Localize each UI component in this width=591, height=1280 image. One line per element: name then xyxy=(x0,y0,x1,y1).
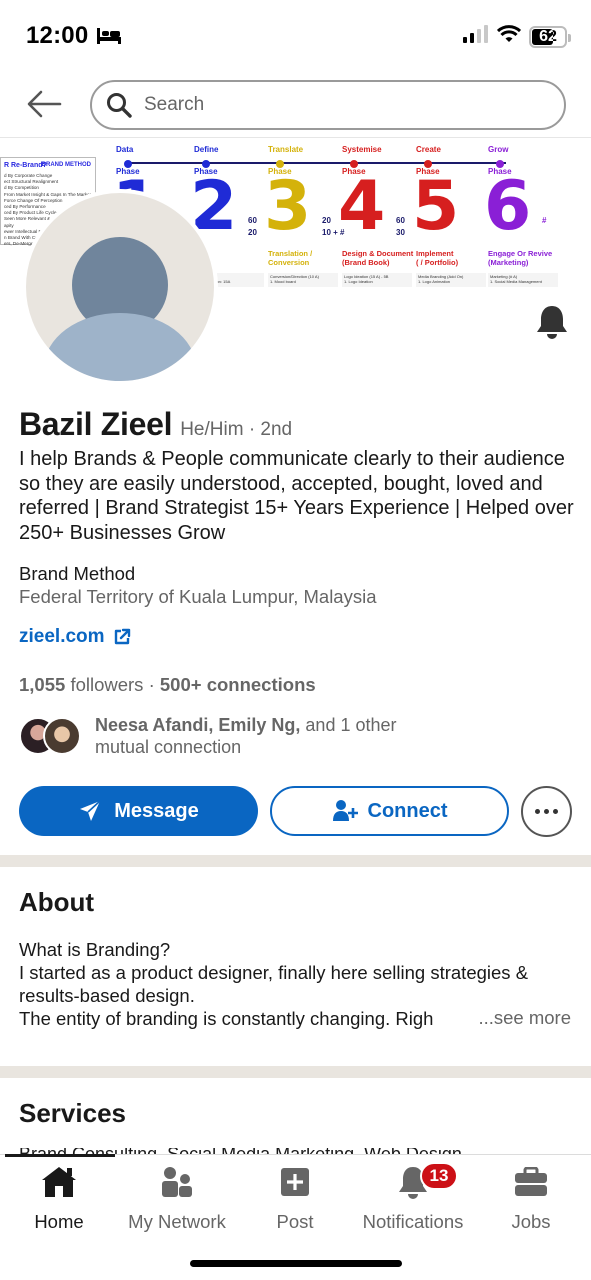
follower-stats: 1,055 followers · 500+ connections xyxy=(19,674,316,696)
tab-jobs[interactable]: Jobs xyxy=(472,1163,590,1233)
phase-stage: Grow xyxy=(488,145,509,154)
phase-detail: Conversion/Direction (10 A) 1. Mood boar… xyxy=(268,273,338,287)
bed-icon xyxy=(96,26,122,51)
wifi-icon xyxy=(496,25,522,48)
about-title: About xyxy=(19,887,95,917)
phase-stage: Translate xyxy=(268,145,304,154)
stats-separator: · xyxy=(148,674,155,695)
battery-level: 62 xyxy=(539,27,557,45)
external-link-icon xyxy=(114,628,130,645)
phase-number: 4 xyxy=(338,167,386,246)
about-line: I started as a product designer, finally… xyxy=(19,962,529,1006)
message-label: Message xyxy=(114,799,199,822)
section-divider xyxy=(0,855,591,867)
banner-phase: Translate Phase 3 20 10 + # Translation / Co… xyxy=(264,145,348,287)
phase-title: Implement ( / Portfolio) xyxy=(416,249,459,267)
network-icon xyxy=(162,1167,192,1197)
phase-stage: Data xyxy=(116,145,134,154)
timeline-line xyxy=(130,162,506,164)
phase-title: Design & Document (Brand Book) xyxy=(342,249,414,267)
banner-phase: DataPhase1 xyxy=(112,145,196,241)
connect-button[interactable]: Connect xyxy=(270,786,509,836)
phase-metrics: 60 20 xyxy=(248,216,257,237)
home-icon xyxy=(42,1167,76,1197)
status-icons: 62 xyxy=(463,25,571,48)
phase-stage: Systemise xyxy=(342,145,382,154)
phase-number: 3 xyxy=(264,167,312,246)
phase-title: Translation / Conversion xyxy=(268,249,313,267)
search-icon xyxy=(107,93,132,118)
add-person-icon xyxy=(332,800,358,821)
top-navigation xyxy=(0,72,591,138)
tab-notifications-label: Notifications xyxy=(362,1211,464,1232)
mutual-connections[interactable]: Neesa Afandi, Emily Ng, and 1 other mutu… xyxy=(19,714,455,758)
more-actions-button[interactable] xyxy=(521,786,572,837)
see-more-link[interactable]: ...see more xyxy=(476,1007,571,1029)
phase-stage: Create xyxy=(416,145,441,154)
banner-phase: Grow Phase 6 # Engage Or Revive (Marketing) M… xyxy=(484,145,568,287)
status-bar: 12:00 62 xyxy=(0,0,591,72)
current-company[interactable]: Brand Method xyxy=(19,563,135,585)
banner-phase: DefinePhase260 20y & e354 -14 6 ommunica… xyxy=(190,145,274,287)
pronoun-degree: He/Him · 2nd xyxy=(180,419,293,440)
phase-number: 6 xyxy=(484,167,532,246)
tab-my-network-label: My Network xyxy=(128,1211,226,1232)
banner-phase: Create Phase 5 Implement ( / Portfolio) Medi… xyxy=(412,145,496,287)
profile-name: Bazil Zieel xyxy=(19,406,173,442)
tab-my-network[interactable]: My Network xyxy=(118,1163,236,1233)
phase-detail: Media Branding (Add On) 1. Logo Animatio… xyxy=(416,273,486,287)
phase-detail: Marketing (# A) 1. Social Media Manageme… xyxy=(488,273,558,287)
jobs-icon xyxy=(515,1167,547,1196)
phase-metrics: 60 30 xyxy=(396,216,405,237)
bell-icon xyxy=(537,306,567,339)
tab-jobs-label: Jobs xyxy=(511,1211,551,1232)
banner-card-brand: BRAND METHOD xyxy=(41,162,91,168)
mutual-avatars xyxy=(19,714,87,758)
signal-icon xyxy=(463,25,489,48)
followers-count[interactable]: 1,055 xyxy=(19,674,65,695)
active-tab-indicator xyxy=(5,1154,115,1157)
back-arrow-icon xyxy=(27,90,62,118)
battery-icon: 62 xyxy=(529,25,571,48)
more-icon xyxy=(535,809,540,814)
search-bar[interactable] xyxy=(90,80,566,130)
section-divider xyxy=(0,1066,591,1078)
website-link[interactable]: zieel.com xyxy=(19,626,131,648)
profile-headline: I help Brands & People communicate clear… xyxy=(19,448,574,544)
connect-label: Connect xyxy=(367,799,448,822)
phase-title: Engage Or Revive (Marketing) xyxy=(488,249,553,267)
tab-home[interactable]: Home xyxy=(0,1163,118,1233)
back-button[interactable] xyxy=(24,86,64,122)
follow-bell-button[interactable] xyxy=(535,304,569,345)
mutual-names: Neesa Afandi, Emily Ng, xyxy=(95,715,301,735)
phase-detail: Logo Ideation (15 A) - 5B 1. Logo Ideati… xyxy=(342,273,412,287)
message-button[interactable]: Message xyxy=(19,786,258,836)
banner-phase: Systemise Phase 4 60 30 Design & Document (B… xyxy=(338,145,422,287)
post-icon xyxy=(281,1168,309,1196)
website-text[interactable]: zieel.com xyxy=(19,626,105,648)
phase-metrics: # xyxy=(542,216,547,225)
profile-avatar[interactable] xyxy=(22,189,218,385)
send-icon xyxy=(80,800,101,821)
tab-post-label: Post xyxy=(276,1211,314,1232)
connections-count[interactable]: 500+ connections xyxy=(160,674,316,695)
notifications-badge: 13 xyxy=(420,1162,458,1190)
tab-post[interactable]: Post xyxy=(236,1163,354,1233)
tab-notifications[interactable]: Notifications 13 xyxy=(354,1162,472,1233)
followers-label: followers xyxy=(70,674,144,695)
home-indicator xyxy=(190,1260,402,1267)
about-line: What is Branding? xyxy=(19,939,171,960)
tab-home-label: Home xyxy=(34,1211,84,1232)
services-title: Services xyxy=(19,1098,126,1128)
phase-stage: Define xyxy=(194,145,219,154)
search-input[interactable] xyxy=(144,94,524,116)
mutual-text: Neesa Afandi, Emily Ng, and 1 other mutu… xyxy=(95,714,455,758)
status-time: 12:00 xyxy=(26,22,89,49)
phase-number: 5 xyxy=(412,167,460,246)
mutual-avatar xyxy=(43,717,81,755)
name-row: Bazil Zieel He/Him · 2nd xyxy=(19,406,292,443)
profile-location: Federal Territory of Kuala Lumpur, Malay… xyxy=(19,586,377,607)
